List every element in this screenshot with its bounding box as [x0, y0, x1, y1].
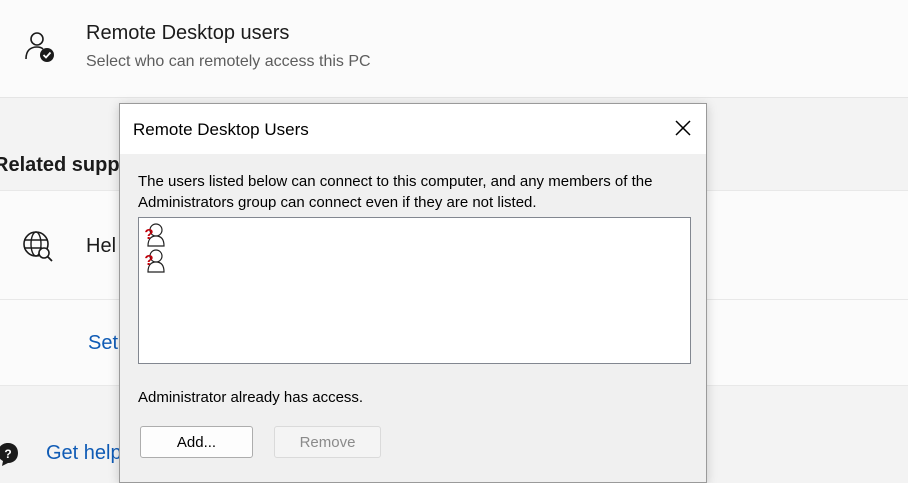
close-icon[interactable]: [663, 110, 703, 146]
related-support-heading: Related supp: [0, 154, 120, 176]
help-chat-icon: ?: [0, 440, 20, 468]
get-help-link[interactable]: Get help: [46, 442, 122, 465]
remove-button[interactable]: Remove: [274, 426, 381, 458]
svg-text:?: ?: [144, 226, 153, 243]
status-text: Administrator already has access.: [138, 389, 364, 406]
globe-search-icon: [20, 228, 56, 264]
unknown-user-icon[interactable]: ?: [143, 248, 167, 274]
remote-desktop-users-title: Remote Desktop users: [86, 22, 290, 44]
dialog-titlebar[interactable]: Remote Desktop Users: [120, 104, 706, 154]
unknown-user-icon[interactable]: ?: [143, 222, 167, 248]
setup-link[interactable]: Set: [88, 332, 118, 355]
svg-text:?: ?: [4, 447, 11, 461]
dialog-title: Remote Desktop Users: [133, 120, 309, 139]
dialog-description: The users listed below can connect to th…: [138, 173, 653, 211]
svg-text:?: ?: [144, 252, 153, 269]
help-item-label[interactable]: Hel: [86, 235, 116, 258]
remote-desktop-users-dialog: Remote Desktop Users The users listed be…: [119, 103, 707, 483]
remote-desktop-users-card[interactable]: Remote Desktop users Select who can remo…: [0, 0, 908, 98]
users-list[interactable]: ? ?: [138, 217, 691, 364]
remote-desktop-users-subtitle: Select who can remotely access this PC: [86, 53, 371, 70]
add-button[interactable]: Add...: [140, 426, 253, 458]
user-check-icon: [22, 28, 58, 64]
